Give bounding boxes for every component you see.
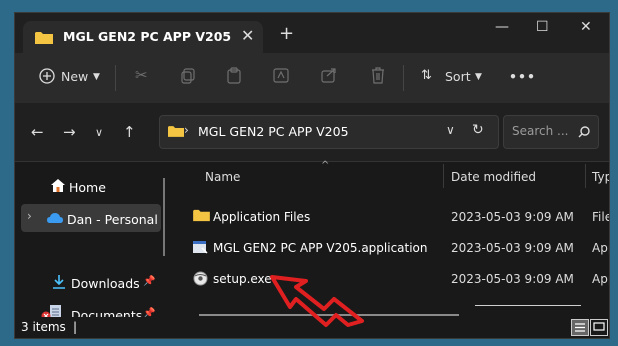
share-icon[interactable] xyxy=(321,67,337,83)
item-count: 3 items xyxy=(21,320,66,334)
details-lines-icon xyxy=(575,323,585,332)
onedrive-cloud-icon xyxy=(47,213,63,223)
more-options-button[interactable]: ••• xyxy=(509,69,536,84)
home-icon xyxy=(51,179,65,192)
minimize-button[interactable]: — xyxy=(495,19,509,35)
download-icon xyxy=(53,275,65,289)
search-placeholder: Search ... xyxy=(512,124,569,138)
nav-item-downloads[interactable]: Downloads 📌 xyxy=(15,268,155,296)
sort-button-label: Sort xyxy=(445,69,471,84)
file-row-application-manifest[interactable]: MGL GEN2 PC APP V205.application 2023-05… xyxy=(185,233,609,261)
red-annotation-arrow xyxy=(270,275,364,327)
setup-exe-icon xyxy=(193,271,208,286)
pin-icon[interactable]: 📌 xyxy=(143,276,155,287)
close-window-button[interactable]: ✕ xyxy=(580,19,592,35)
breadcrumb-chevron-icon: › xyxy=(184,123,189,137)
file-date: 2023-05-03 9:09 AM xyxy=(451,210,574,224)
nav-item-label: Home xyxy=(69,180,106,195)
divider xyxy=(403,65,404,91)
chevron-down-icon: ▼ xyxy=(475,72,482,82)
file-row-application-files[interactable]: Application Files 2023-05-03 9:09 AM Fil… xyxy=(185,202,609,230)
nav-item-home[interactable]: Home xyxy=(15,172,155,200)
divider xyxy=(115,65,116,91)
tab-close-button[interactable]: ✕ xyxy=(241,26,254,45)
tiles-icon xyxy=(593,322,605,331)
address-bar[interactable]: › MGL GEN2 PC APP V205 ∨ ↻ xyxy=(159,115,499,149)
nav-item-label: Downloads xyxy=(71,276,140,291)
file-type: App xyxy=(592,241,609,255)
status-separator: | xyxy=(73,320,78,334)
command-bar: New ▼ ✂ ⇅ Sort ▼ ••• xyxy=(15,53,609,103)
new-tab-button[interactable]: + xyxy=(279,23,294,44)
copy-icon[interactable] xyxy=(181,68,195,84)
application-manifest-icon xyxy=(193,241,208,254)
nav-item-label: Dan - Personal xyxy=(67,212,158,227)
maximize-button[interactable]: ☐ xyxy=(536,19,549,35)
expand-chevron-icon[interactable]: › xyxy=(27,209,32,223)
folder-icon xyxy=(35,32,53,44)
file-name: MGL GEN2 PC APP V205.application xyxy=(213,241,428,255)
back-arrow-icon[interactable]: ← xyxy=(31,123,44,141)
navigation-pane: Home › Dan - Personal Downloads 📌 Docume… xyxy=(15,162,165,323)
file-type: File xyxy=(592,210,609,224)
file-date: 2023-05-03 9:09 AM xyxy=(451,272,574,286)
file-type: App xyxy=(592,272,609,286)
column-divider[interactable] xyxy=(443,164,444,188)
file-name: Application Files xyxy=(213,210,311,224)
sort-icon: ⇅ xyxy=(421,68,432,83)
address-row: ← → ∨ ↑ › MGL GEN2 PC APP V205 ∨ ↻ Searc… xyxy=(15,103,609,162)
details-view-icon[interactable] xyxy=(571,319,589,336)
forward-arrow-icon[interactable]: → xyxy=(63,123,76,141)
chevron-down-icon: ▼ xyxy=(93,72,100,82)
column-header-type[interactable]: Typ xyxy=(592,170,609,184)
recent-locations-chevron-icon[interactable]: ∨ xyxy=(95,126,103,139)
delete-icon[interactable] xyxy=(371,67,385,84)
search-input[interactable]: Search ... xyxy=(503,115,599,149)
plus-circle-icon xyxy=(39,68,55,84)
folder-icon xyxy=(168,126,184,137)
refresh-icon[interactable]: ↻ xyxy=(472,122,484,138)
column-headers: Name ^ Date modified Typ xyxy=(185,160,609,188)
nav-scrollbar[interactable] xyxy=(163,178,165,256)
new-button-label: New xyxy=(61,69,89,84)
paste-icon[interactable] xyxy=(227,67,241,84)
sort-ascending-icon: ^ xyxy=(321,160,330,171)
cut-icon[interactable]: ✂ xyxy=(135,66,148,84)
file-list: Name ^ Date modified Typ Application Fil… xyxy=(185,160,609,317)
folder-icon xyxy=(193,209,210,222)
up-arrow-icon[interactable]: ↑ xyxy=(123,123,136,141)
search-icon xyxy=(578,126,590,138)
address-dropdown-icon[interactable]: ∨ xyxy=(446,123,455,137)
rename-icon[interactable] xyxy=(273,67,289,84)
file-row-setup-exe[interactable]: setup.exe 2023-05-03 9:09 AM App xyxy=(185,264,609,292)
column-header-name[interactable]: Name xyxy=(205,170,240,184)
column-header-date[interactable]: Date modified xyxy=(451,170,536,184)
breadcrumb[interactable]: MGL GEN2 PC APP V205 xyxy=(198,124,349,139)
tab-current-folder[interactable]: MGL GEN2 PC APP V205 ✕ xyxy=(23,21,263,53)
tiles-view-icon[interactable] xyxy=(590,319,608,336)
selection-underline xyxy=(475,305,581,306)
nav-item-personal[interactable]: › Dan - Personal xyxy=(21,204,161,232)
title-bar: MGL GEN2 PC APP V205 ✕ + — ☐ ✕ xyxy=(15,13,609,53)
file-date: 2023-05-03 9:09 AM xyxy=(451,241,574,255)
tab-title: MGL GEN2 PC APP V205 xyxy=(63,29,232,44)
column-divider[interactable] xyxy=(585,164,586,188)
